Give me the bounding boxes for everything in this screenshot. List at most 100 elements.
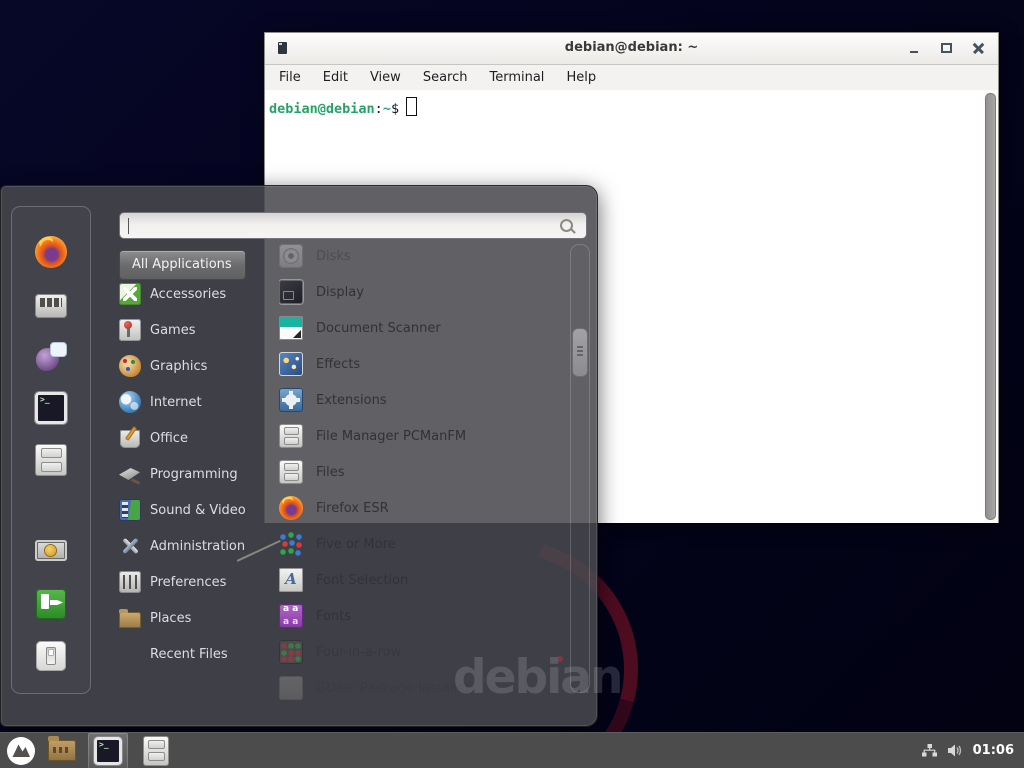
category-places[interactable]: Places	[119, 600, 269, 636]
pidgin-icon	[35, 340, 67, 372]
favorite-lock-screen[interactable]	[31, 532, 71, 572]
category-list: Accessories Games Graphics Internet Offi…	[119, 276, 269, 672]
screen: debian@debian: ~ File Edit View Search T…	[0, 0, 1024, 768]
category-administration[interactable]: Administration	[119, 528, 269, 564]
terminal-titlebar[interactable]: debian@debian: ~	[265, 33, 998, 65]
debian-watermark: debian	[453, 654, 621, 701]
prompt-separator: :	[375, 101, 383, 117]
close-button[interactable]	[970, 40, 986, 56]
favorite-pidgin[interactable]	[31, 336, 71, 376]
places-icon	[119, 612, 141, 628]
files-folder-icon	[48, 740, 76, 761]
five-or-more-icon	[279, 532, 303, 556]
programming-icon	[119, 463, 141, 485]
network-icon[interactable]	[921, 743, 938, 758]
text-caret	[128, 218, 129, 234]
prompt-line: debian@debian:~$	[265, 90, 998, 117]
menu-help[interactable]: Help	[566, 70, 596, 85]
search-box	[119, 212, 587, 239]
taskbar: 01:06	[0, 732, 1024, 768]
maximize-icon	[941, 43, 952, 53]
app-item-display[interactable]: Display	[279, 274, 563, 310]
category-games[interactable]: Games	[119, 312, 269, 348]
favorite-firefox[interactable]	[31, 232, 71, 272]
fonts-icon	[279, 604, 303, 628]
menu-terminal[interactable]: Terminal	[489, 70, 544, 85]
favorite-logout[interactable]	[31, 584, 71, 624]
lock-screen-icon	[35, 540, 67, 567]
favorite-shutdown[interactable]	[31, 636, 71, 676]
app-item-effects[interactable]: Effects	[279, 346, 563, 382]
extensions-icon	[279, 388, 303, 412]
file-manager-icon	[279, 424, 303, 448]
files-folder-button[interactable]	[42, 733, 82, 768]
terminal-menubar: File Edit View Search Terminal Help	[265, 65, 998, 90]
internet-icon	[119, 391, 141, 413]
document-scanner-icon	[279, 316, 303, 340]
app-item-fonts[interactable]: Fonts	[279, 598, 563, 634]
file-manager-icon	[35, 444, 67, 476]
app-item-firefox-esr[interactable]: Firefox ESR	[279, 490, 563, 526]
search-icon	[560, 219, 573, 232]
category-programming[interactable]: Programming	[119, 456, 269, 492]
application-list: Disks Display Document Scanner Effects E…	[279, 238, 563, 706]
multimedia-mixer-icon	[35, 294, 67, 318]
menu-file[interactable]: File	[279, 70, 301, 85]
firefox-icon	[35, 236, 67, 268]
favorite-file-manager[interactable]	[31, 440, 71, 480]
application-menu: All Applications Accessories Games Graph…	[0, 185, 598, 727]
terminal-taskbar-button[interactable]	[88, 733, 128, 768]
app-item-extensions[interactable]: Extensions	[279, 382, 563, 418]
maximize-button[interactable]	[938, 40, 954, 56]
app-list-scrollbar-thumb[interactable]	[572, 328, 588, 377]
app-item-five-or-more[interactable]: Five or More	[279, 526, 563, 562]
category-internet[interactable]: Internet	[119, 384, 269, 420]
terminal-icon	[35, 392, 67, 424]
app-item-files[interactable]: Files	[279, 454, 563, 490]
category-accessories[interactable]: Accessories	[119, 276, 269, 312]
category-graphics[interactable]: Graphics	[119, 348, 269, 384]
effects-icon	[279, 352, 303, 376]
menu-search[interactable]: Search	[423, 70, 468, 85]
menu-icon	[6, 736, 36, 766]
volume-icon[interactable]	[947, 743, 964, 758]
search-input[interactable]	[126, 214, 558, 237]
menu-button[interactable]	[0, 733, 42, 768]
sound-video-icon	[119, 499, 141, 521]
app-item-document-scanner[interactable]: Document Scanner	[279, 310, 563, 346]
category-sound-video[interactable]: Sound & Video	[119, 492, 269, 528]
prompt-path: ~	[383, 101, 391, 117]
category-recent-files[interactable]: Recent Files	[119, 636, 269, 672]
system-tray: 01:06	[921, 743, 1024, 758]
app-item-file-manager-pcmanfm[interactable]: File Manager PCManFM	[279, 418, 563, 454]
graphics-icon	[119, 355, 141, 377]
favorite-multimedia[interactable]	[31, 284, 71, 324]
administration-icon	[119, 535, 141, 557]
display-icon	[279, 280, 303, 304]
category-preferences[interactable]: Preferences	[119, 564, 269, 600]
menu-view[interactable]: View	[370, 70, 401, 85]
close-icon	[973, 43, 984, 54]
clock[interactable]: 01:06	[973, 743, 1014, 758]
preferences-icon	[119, 571, 141, 593]
app-item-font-selection[interactable]: Font Selection	[279, 562, 563, 598]
favorites-column	[11, 206, 91, 694]
prompt-symbol: $	[391, 101, 399, 117]
disks-icon	[279, 244, 303, 268]
shutdown-icon	[36, 641, 66, 671]
accessories-icon	[119, 283, 141, 305]
file-manager-taskbar-button[interactable]	[134, 733, 178, 768]
gdebi-icon	[279, 676, 303, 700]
terminal-scrollbar[interactable]	[984, 90, 998, 523]
window-title: debian@debian: ~	[265, 40, 998, 55]
app-list-scrollbar[interactable]	[570, 244, 590, 693]
menu-edit[interactable]: Edit	[323, 70, 348, 85]
prompt-user-host: debian@debian	[269, 101, 375, 117]
app-item-disks[interactable]: Disks	[279, 238, 563, 274]
logout-icon	[36, 589, 66, 619]
minimize-button[interactable]	[906, 40, 922, 56]
minimize-icon	[910, 51, 918, 53]
favorite-terminal[interactable]	[31, 388, 71, 428]
terminal-scrollbar-thumb[interactable]	[985, 93, 996, 520]
category-office[interactable]: Office	[119, 420, 269, 456]
